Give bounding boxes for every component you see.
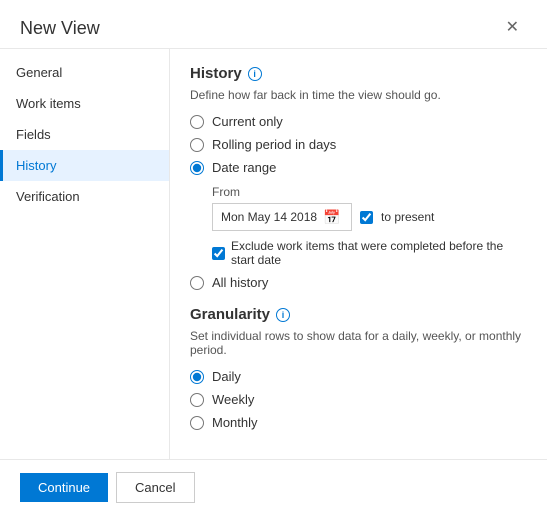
cancel-button[interactable]: Cancel bbox=[116, 472, 194, 503]
main-content: History i Define how far back in time th… bbox=[170, 49, 547, 459]
date-value: Mon May 14 2018 bbox=[221, 210, 317, 224]
radio-all-history-input[interactable] bbox=[190, 276, 204, 290]
radio-daily-input[interactable] bbox=[190, 370, 204, 384]
granularity-info-icon[interactable]: i bbox=[276, 308, 290, 322]
all-history-radio-group: All history bbox=[190, 275, 527, 290]
radio-weekly[interactable]: Weekly bbox=[190, 392, 527, 407]
history-info-icon[interactable]: i bbox=[248, 67, 262, 81]
radio-current-only[interactable]: Current only bbox=[190, 114, 527, 129]
to-present-checkbox[interactable] bbox=[360, 211, 373, 224]
granularity-section-title: Granularity i bbox=[190, 306, 527, 323]
new-view-dialog: New View ✕ General Work items Fields His… bbox=[0, 0, 547, 515]
sidebar-item-general[interactable]: General bbox=[0, 57, 169, 88]
date-range-section: From Mon May 14 2018 📅 to present Exclud… bbox=[212, 185, 527, 267]
sidebar-item-history[interactable]: History bbox=[0, 150, 169, 181]
sidebar: General Work items Fields History Verifi… bbox=[0, 49, 170, 459]
calendar-icon[interactable]: 📅 bbox=[323, 209, 340, 226]
exclude-checkbox[interactable] bbox=[212, 247, 225, 260]
dialog-footer: Continue Cancel bbox=[0, 459, 547, 515]
granularity-radio-group: Daily Weekly Monthly bbox=[190, 369, 527, 430]
radio-all-history[interactable]: All history bbox=[190, 275, 527, 290]
date-row: Mon May 14 2018 📅 to present bbox=[212, 203, 527, 231]
radio-date-range[interactable]: Date range bbox=[190, 160, 527, 175]
to-present-label: to present bbox=[381, 210, 434, 224]
from-label: From bbox=[212, 185, 527, 199]
radio-date-range-input[interactable] bbox=[190, 161, 204, 175]
granularity-section: Granularity i Set individual rows to sho… bbox=[190, 306, 527, 430]
exclude-label: Exclude work items that were completed b… bbox=[231, 239, 527, 267]
dialog-body: General Work items Fields History Verifi… bbox=[0, 49, 547, 459]
history-section-title: History i bbox=[190, 65, 527, 82]
history-radio-group: Current only Rolling period in days Date… bbox=[190, 114, 527, 175]
dialog-title: New View bbox=[20, 18, 100, 39]
radio-daily[interactable]: Daily bbox=[190, 369, 527, 384]
continue-button[interactable]: Continue bbox=[20, 473, 108, 502]
radio-monthly[interactable]: Monthly bbox=[190, 415, 527, 430]
radio-rolling-period[interactable]: Rolling period in days bbox=[190, 137, 527, 152]
sidebar-item-verification[interactable]: Verification bbox=[0, 181, 169, 212]
granularity-description: Set individual rows to show data for a d… bbox=[190, 329, 527, 357]
close-button[interactable]: ✕ bbox=[498, 16, 527, 40]
radio-monthly-input[interactable] bbox=[190, 416, 204, 430]
history-description: Define how far back in time the view sho… bbox=[190, 88, 527, 102]
radio-current-only-input[interactable] bbox=[190, 115, 204, 129]
exclude-checkbox-row: Exclude work items that were completed b… bbox=[212, 239, 527, 267]
date-input[interactable]: Mon May 14 2018 📅 bbox=[212, 203, 352, 231]
radio-rolling-period-input[interactable] bbox=[190, 138, 204, 152]
dialog-header: New View ✕ bbox=[0, 0, 547, 49]
radio-weekly-input[interactable] bbox=[190, 393, 204, 407]
sidebar-item-work-items[interactable]: Work items bbox=[0, 88, 169, 119]
sidebar-item-fields[interactable]: Fields bbox=[0, 119, 169, 150]
